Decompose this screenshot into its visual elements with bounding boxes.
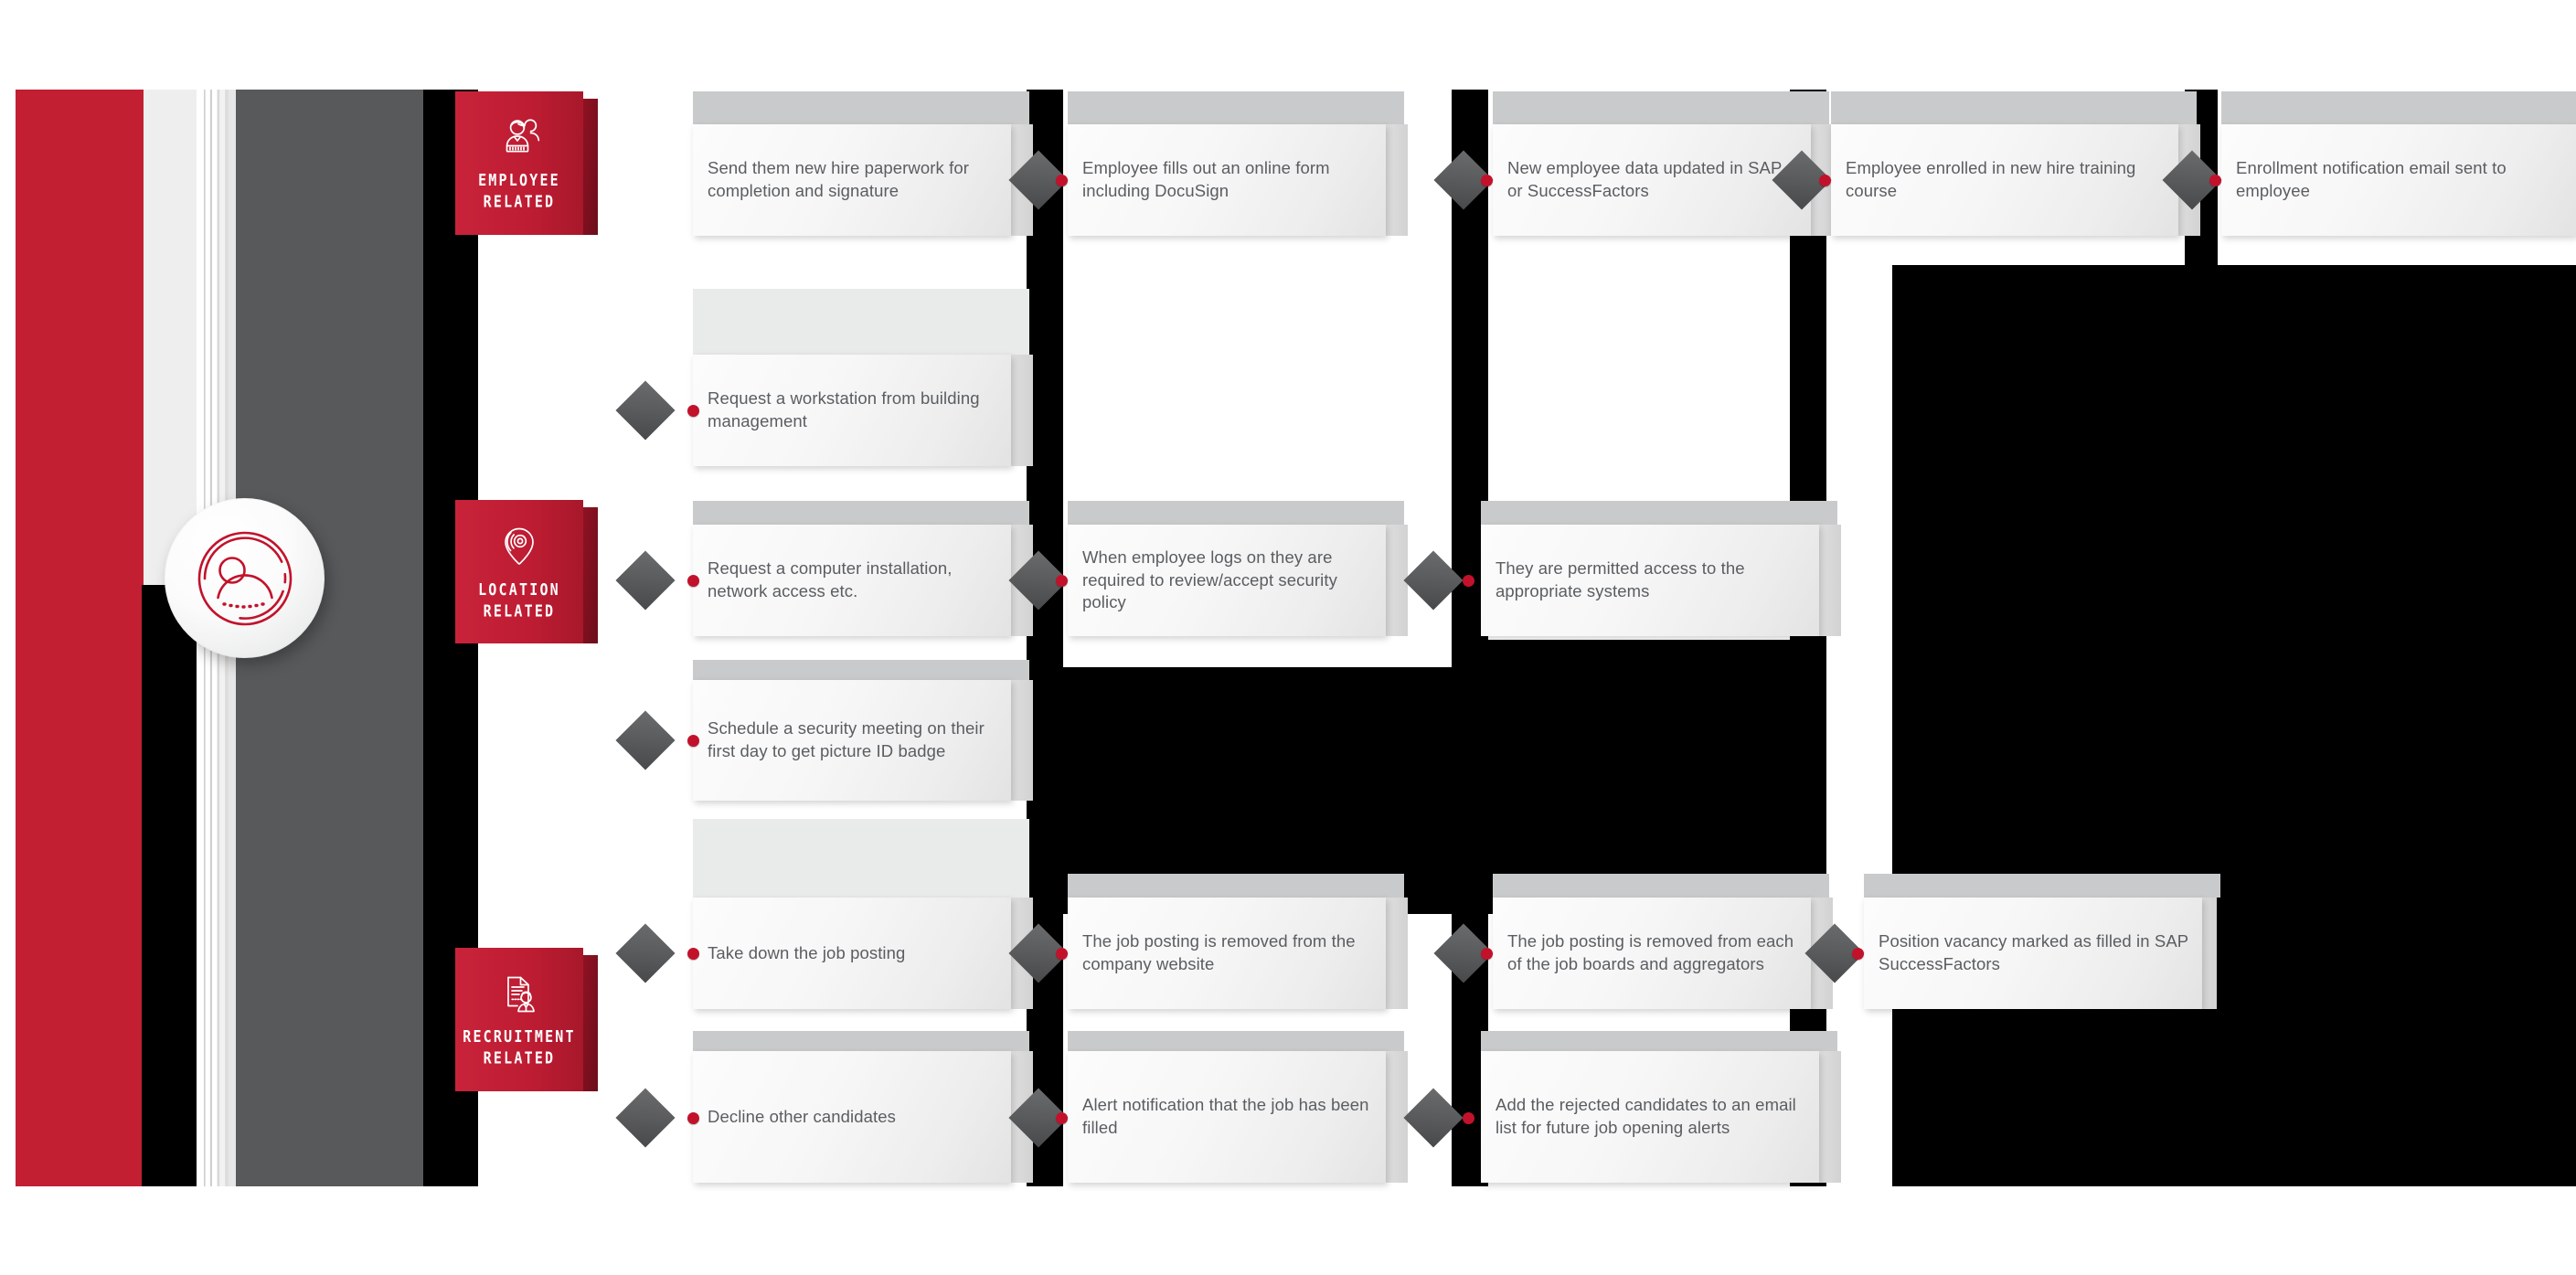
step-card[interactable]: The job posting is removed from each of … — [1493, 898, 1811, 1009]
connector-dot — [687, 1112, 699, 1124]
card-top-face — [693, 660, 1029, 680]
card-top-face — [1864, 874, 2220, 898]
step-text: Alert notification that the job has been… — [1082, 1095, 1369, 1137]
step-text: New employee data updated in SAP or Succ… — [1507, 158, 1783, 200]
connector-dot — [687, 948, 699, 960]
card-top-face — [1493, 874, 1829, 898]
backdrop-block — [1027, 90, 1063, 1186]
connector-diamond — [615, 923, 676, 983]
avatar — [165, 498, 325, 658]
backdrop-block — [1947, 265, 2212, 1186]
step-card[interactable]: The job posting is removed from the comp… — [1068, 898, 1386, 1009]
card-top-face — [693, 501, 1029, 525]
connector-dot — [687, 405, 699, 417]
connector-dot — [1463, 1112, 1474, 1124]
card-top-face — [2221, 91, 2576, 124]
step-card[interactable]: Position vacancy marked as filled in SAP… — [1864, 898, 2202, 1009]
step-card[interactable]: Request a workstation from building mana… — [693, 355, 1011, 466]
connector-dot — [687, 735, 699, 747]
connector-dot — [1056, 175, 1068, 186]
step-text: Request a computer installation, network… — [708, 558, 953, 600]
card-top-face — [1068, 874, 1404, 898]
connector-dot — [1852, 948, 1864, 960]
connector-dot — [1056, 575, 1068, 587]
card-top-face — [693, 91, 1029, 124]
step-text: The job posting is removed from each of … — [1507, 931, 1794, 973]
step-text: Decline other candidates — [708, 1106, 897, 1126]
step-text: Take down the job posting — [708, 942, 906, 962]
resume-candidate-icon — [497, 973, 541, 1020]
connector-dot — [687, 575, 699, 587]
step-text: Position vacancy marked as filled in SAP… — [1879, 931, 2188, 973]
card-top-face — [1493, 91, 1829, 124]
step-text: Request a workstation from building mana… — [708, 388, 980, 430]
connector-diamond — [615, 1088, 676, 1148]
backdrop-block — [142, 585, 197, 1186]
employee-group-icon — [496, 117, 542, 164]
step-card[interactable]: Employee enrolled in new hire training c… — [1831, 124, 2178, 236]
category-label: RECRUITMENT RELATED — [463, 1026, 576, 1068]
category-tile-side — [583, 99, 598, 235]
step-text: Send them new hire paperwork for complet… — [708, 158, 969, 200]
step-text: When employee logs on they are required … — [1082, 547, 1337, 612]
connector-diamond — [615, 710, 676, 770]
step-card[interactable]: When employee logs on they are required … — [1068, 525, 1386, 636]
card-top-face — [693, 819, 1029, 898]
card-top-face — [1481, 501, 1837, 525]
connector-dot — [1463, 575, 1474, 587]
connector-dot — [2209, 175, 2221, 186]
step-card[interactable]: Send them new hire paperwork for complet… — [693, 124, 1011, 236]
user-circle-icon — [194, 527, 296, 630]
connector-diamond — [615, 550, 676, 611]
step-text: Add the rejected candidates to an email … — [1496, 1095, 1796, 1137]
step-card[interactable]: Alert notification that the job has been… — [1068, 1051, 1386, 1183]
card-top-face — [693, 289, 1029, 355]
card-top-face — [1068, 91, 1404, 124]
connector-dot — [1481, 175, 1493, 186]
step-card[interactable]: Decline other candidates — [693, 1051, 1011, 1183]
backdrop-block — [1452, 90, 1488, 1186]
step-text: The job posting is removed from the comp… — [1082, 931, 1356, 973]
backdrop-block — [1488, 640, 1826, 914]
category-tile-side — [583, 955, 598, 1091]
backdrop-block — [2212, 265, 2576, 1186]
step-text: Schedule a security meeting on their fir… — [708, 718, 985, 760]
card-top-face — [1831, 91, 2197, 124]
connector-dot — [1481, 948, 1493, 960]
step-card[interactable]: Take down the job posting — [693, 898, 1011, 1009]
connector-dot — [1056, 948, 1068, 960]
step-card[interactable]: New employee data updated in SAP or Succ… — [1493, 124, 1811, 236]
step-text: Employee fills out an online form includ… — [1082, 158, 1330, 200]
card-top-face — [1481, 1031, 1837, 1051]
decor-band-red — [16, 90, 144, 1186]
card-top-face — [693, 1031, 1029, 1051]
category-label: LOCATION RELATED — [478, 579, 560, 622]
connector-dot — [1819, 175, 1831, 186]
card-top-face — [1068, 501, 1404, 525]
category-tile-recruitment[interactable]: RECRUITMENT RELATED — [455, 948, 598, 1091]
step-card[interactable]: They are permitted access to the appropr… — [1481, 525, 1819, 636]
category-tile-employee[interactable]: EMPLOYEE RELATED — [455, 91, 598, 235]
step-card[interactable]: Request a computer installation, network… — [693, 525, 1011, 636]
process-flow-diagram: EMPLOYEE RELATED LOCATION RELATED RECRUI… — [0, 0, 2576, 1275]
card-top-face — [1068, 1031, 1404, 1051]
step-text: Employee enrolled in new hire training c… — [1846, 158, 2136, 200]
step-card[interactable]: Schedule a security meeting on their fir… — [693, 680, 1011, 801]
step-card[interactable]: Employee fills out an online form includ… — [1068, 124, 1386, 236]
step-card[interactable]: Add the rejected candidates to an email … — [1481, 1051, 1819, 1183]
backdrop-block — [1790, 90, 1826, 1186]
category-tile-side — [583, 507, 598, 643]
backdrop-block — [1892, 265, 1947, 1186]
category-tile-location[interactable]: LOCATION RELATED — [455, 500, 598, 643]
step-text: They are permitted access to the appropr… — [1496, 558, 1745, 600]
location-pin-icon — [499, 525, 539, 573]
step-text: Enrollment notification email sent to em… — [2236, 158, 2507, 200]
connector-diamond — [615, 380, 676, 441]
step-card[interactable]: Enrollment notification email sent to em… — [2221, 124, 2576, 236]
connector-dot — [1056, 1112, 1068, 1124]
category-label: EMPLOYEE RELATED — [478, 170, 560, 212]
